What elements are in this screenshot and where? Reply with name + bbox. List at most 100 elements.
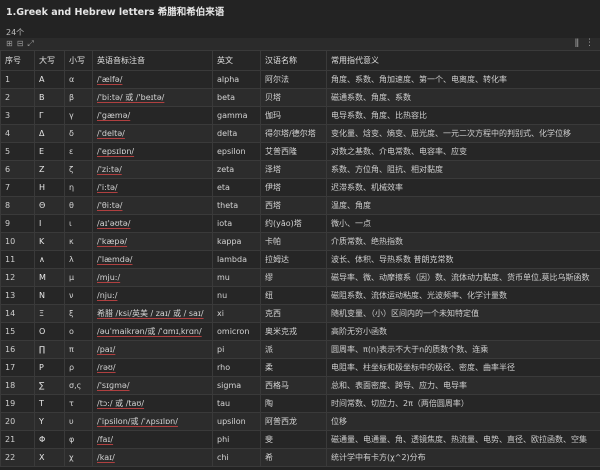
table-cell: 温度、角度 — [326, 196, 600, 215]
more-icon[interactable]: ⋮ — [585, 38, 594, 48]
table-cell: /'deltə/ — [92, 124, 213, 143]
table-cell: tau — [212, 394, 261, 413]
expand-icon[interactable]: ⤢ — [27, 39, 33, 48]
table-row[interactable]: 9 Ιι/aɪ'əʊtə/iota 约(yāo)塔 微小、一点 — [0, 214, 600, 233]
table-row[interactable]: 2 Bβ/'bi:tə/ 或 /'beɪtə/beta 贝塔 磁通系数、角度、系数 — [0, 88, 600, 107]
table-row[interactable]: 16 ∏ π/paɪ/pi 派圆周率、π(n)表示不大于n的质数个数、连乘 — [0, 340, 600, 359]
table-row[interactable]: 6 Ζζ/'zi:tə/zeta 泽塔 系数、方位角、阻抗、相对黏度 — [0, 160, 600, 179]
table-cell: iota — [212, 214, 261, 233]
table-cell: 阿普西龙 — [260, 412, 327, 431]
table-cell: Κ — [34, 232, 65, 251]
table-cell: Γ — [34, 106, 65, 125]
table-cell: 微小、一点 — [326, 214, 600, 233]
table-cell: Ε — [34, 142, 65, 161]
table-cell: /'zi:tə/ — [92, 160, 213, 179]
table-cell: A — [34, 70, 65, 89]
table-cell: 得尔塔/德尔塔 — [260, 124, 327, 143]
table-cell: μ — [64, 268, 93, 287]
table-row[interactable]: 1 Aα/'ælfə/alpha 阿尔法 角度、系数、角加速度、第一个、电离度、转化率 — [0, 70, 600, 89]
table-cell: Δ — [34, 124, 65, 143]
table-row[interactable]: 20 Υυ/ˈipsilon/或 /ˈʌpsɪlɒn/upsilon 阿普西龙 位移 — [0, 412, 600, 431]
table-cell: /'bi:tə/ 或 /'beɪtə/ — [92, 88, 213, 107]
table-cell: 15 — [0, 322, 35, 341]
table-cell: ι — [64, 214, 93, 233]
column-header[interactable]: 英文 — [212, 50, 261, 71]
table-cell: ∑ — [34, 376, 65, 395]
column-header[interactable]: 常用指代意义 — [326, 50, 600, 71]
table-row[interactable]: 10 Κκ/'kæpə/kappa 卡帕 介质常数、绝热指数 — [0, 232, 600, 251]
table-cell: ε — [64, 142, 93, 161]
table-cell: nu — [212, 286, 261, 305]
table-cell: 变化量、焓变、熵变、屈光度、一元二次方程中的判别式、化学位移 — [326, 124, 600, 143]
table-row[interactable]: 11 ∧ λ/'læmdə/lambda 拉姆达 波长、体积、导热系数 普朗克常数 — [0, 250, 600, 269]
item-count: 24个 — [6, 28, 25, 37]
table-row[interactable]: 17 Ρρ/rəʊ/rho 柔电阻率、柱坐标和极坐标中的极径、密度、曲率半径 — [0, 358, 600, 377]
table-cell: /'i:tə/ — [92, 178, 213, 197]
column-header[interactable]: 大写 — [34, 50, 65, 71]
table-row[interactable]: 19 Ττ/tɔ:/ 或 /taʊ/tau 陶时间常数、切应力、2π（两倍圆周率） — [0, 394, 600, 413]
table-cell: 泽塔 — [260, 160, 327, 179]
table-cell: /tɔ:/ 或 /taʊ/ — [92, 394, 213, 413]
column-header[interactable]: 序号 — [0, 50, 35, 71]
table-cell: ρ — [64, 358, 93, 377]
table-cell: κ — [64, 232, 93, 251]
table-row[interactable]: 14 Ξξ 希腊 /ksi/英美 / zaɪ/ 或 / saɪ/xi 克西 随机变量、（… — [0, 304, 600, 323]
info-icon[interactable]: ǁ — [575, 38, 579, 48]
table-cell: 希腊 /ksi/英美 / zaɪ/ 或 / saɪ/ — [92, 304, 213, 323]
table-cell: 约(yāo)塔 — [260, 214, 327, 233]
table-cell: Φ — [34, 430, 65, 449]
table-cell: 克西 — [260, 304, 327, 323]
grid-icon[interactable]: ⊞ — [6, 39, 13, 48]
table-cell: /nju:/ — [92, 286, 213, 305]
table-cell: δ — [64, 124, 93, 143]
table-cell: rho — [212, 358, 261, 377]
table-cell: Μ — [34, 268, 65, 287]
table-cell: 13 — [0, 286, 35, 305]
table-row[interactable]: 7 Ηη/'i:tə/eta 伊塔 迟滞系数、机械效率 — [0, 178, 600, 197]
table-cell: /'θi:tə/ — [92, 196, 213, 215]
table-cell: 阿尔法 — [260, 70, 327, 89]
table-row[interactable]: 3 Γγ/'gæmə/gamma 伽玛 电导系数、角度、比热容比 — [0, 106, 600, 125]
table-row[interactable]: 18 ∑ σ,ς/'sɪɡmə/sigma 西格马 总和、表面密度、跨导、应力、电导率 — [0, 376, 600, 395]
table-cell: 奥米克戎 — [260, 322, 327, 341]
table-cell: 12 — [0, 268, 35, 287]
table-cell: 随机变量、（小）区间内的一个未知特定值 — [326, 304, 600, 323]
table-cell: 时间常数、切应力、2π（两倍圆周率） — [326, 394, 600, 413]
table-cell: 波长、体积、导热系数 普朗克常数 — [326, 250, 600, 269]
table-cell: 电导系数、角度、比热容比 — [326, 106, 600, 125]
table-row[interactable]: 21 Φφ/faɪ/phi 斐磁通量、电通量、角、透镜焦度、热流量、电势、直径、欧拉… — [0, 430, 600, 449]
table-cell: phi — [212, 430, 261, 449]
column-header[interactable]: 汉语名称 — [260, 50, 327, 71]
table-cell: 派 — [260, 340, 327, 359]
page-title: 1.Greek and Hebrew letters 希腊和希伯来语 — [6, 7, 225, 18]
table-cell: 18 — [0, 376, 35, 395]
table-row[interactable]: 8 Θθ/'θi:tə/theta 西塔 温度、角度 — [0, 196, 600, 215]
table-cell: η — [64, 178, 93, 197]
table-cell: 6 — [0, 160, 35, 179]
table-cell: ο — [64, 322, 93, 341]
table-cell: eta — [212, 178, 261, 197]
column-header[interactable]: 小写 — [64, 50, 93, 71]
table-cell: 20 — [0, 412, 35, 431]
table-row[interactable]: 22 Χχ/kaɪ/chi 希统计学中有卡方(χ^2)分布 — [0, 448, 600, 467]
table-cell: φ — [64, 430, 93, 449]
table-cell: 4 — [0, 124, 35, 143]
table-cell: β — [64, 88, 93, 107]
table-cell: 系数、方位角、阻抗、相对黏度 — [326, 160, 600, 179]
table-cell: 21 — [0, 430, 35, 449]
table-header-row: 序号 大写 小写 英语音标注音 英文 汉语名称 常用指代意义 — [0, 50, 600, 71]
table-cell: mu — [212, 268, 261, 287]
table-cell: 磁导率、微、动摩擦系（因）数、流体动力黏度、货币单位,莫比乌斯函数 — [326, 268, 600, 287]
table-cell: gamma — [212, 106, 261, 125]
table-cell: xi — [212, 304, 261, 323]
collapse-icon[interactable]: ⊟ — [17, 39, 24, 48]
table-row[interactable]: 5 Εε/'epsɪlɒn/epsilon 艾普西隆 对数之基数、介电常数、电容率、应… — [0, 142, 600, 161]
table-row[interactable]: 15 Οο/əuˈmaikrən/或 /ˈɑmɪˌkrɑn/omicron 奥米克戎… — [0, 322, 600, 341]
column-header[interactable]: 英语音标注音 — [92, 50, 213, 71]
table-cell: ∏ — [34, 340, 65, 359]
table-cell: /'læmdə/ — [92, 250, 213, 269]
table-cell: 总和、表面密度、跨导、应力、电导率 — [326, 376, 600, 395]
table-row[interactable]: 4 Δδ/'deltə/delta 得尔塔/德尔塔 变化量、焓变、熵变、屈光度、一元二… — [0, 124, 600, 143]
table-row[interactable]: 12 Μμ/mju:/mu 缪磁导率、微、动摩擦系（因）数、流体动力黏度、货币单位,… — [0, 268, 600, 287]
table-row[interactable]: 13 Νν/nju:/nu 纽磁阻系数、流体运动粘度、光波频率、化学计量数 — [0, 286, 600, 305]
